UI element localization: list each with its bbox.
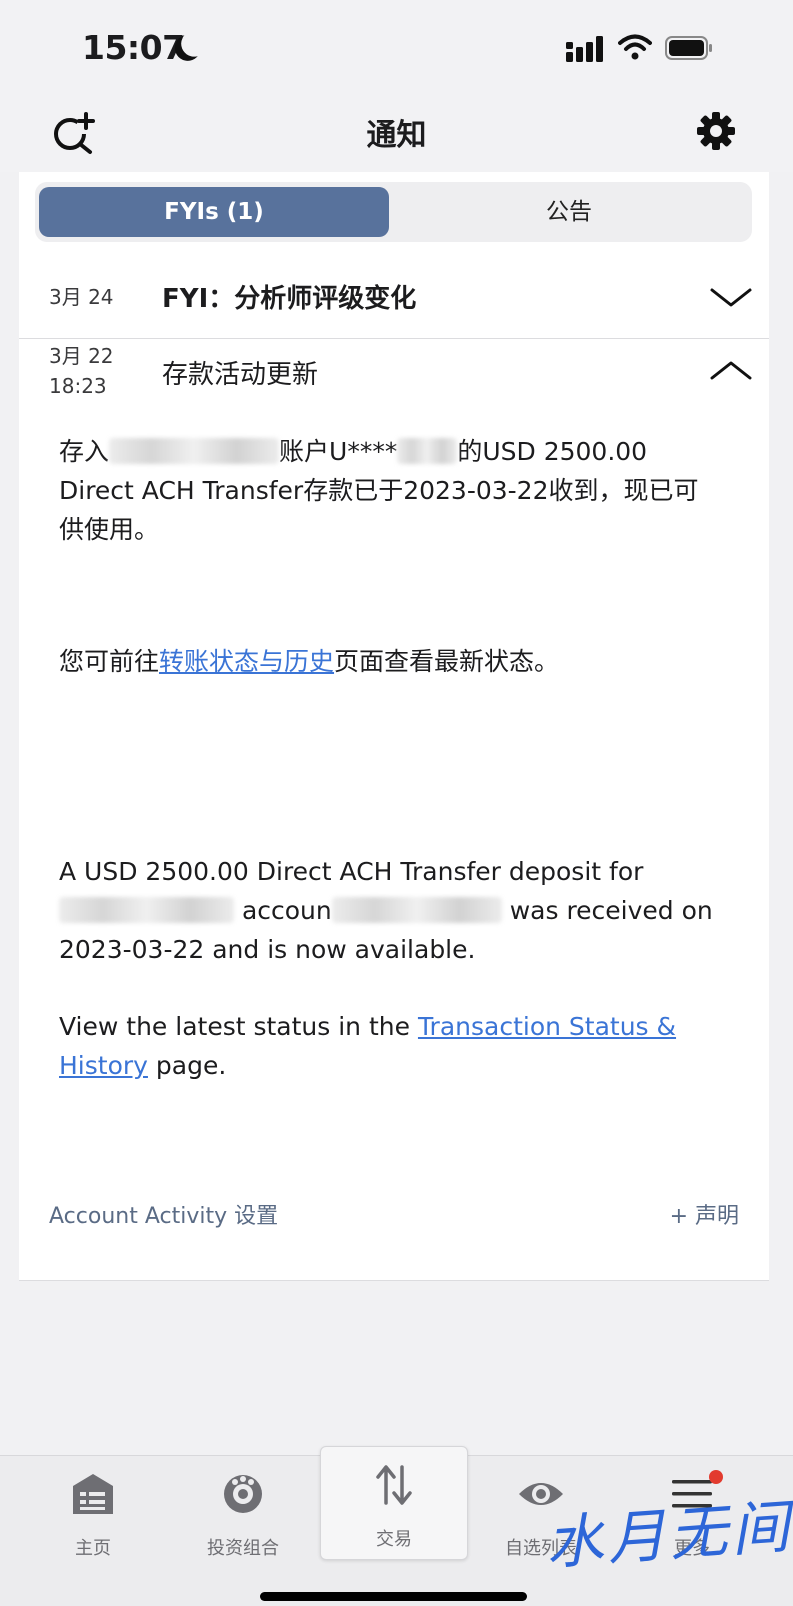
message-zh-paragraph-1: 存入 账户U**** 的USD 2500.00 Direct ACH Transfe… <box>59 432 719 549</box>
tab-trade[interactable]: 交易 <box>320 1446 468 1560</box>
tab-label: 交易 <box>376 1529 412 1550</box>
tab-label: 主页 <box>75 1538 111 1559</box>
chevron-down-icon[interactable] <box>709 286 753 310</box>
page-title: 通知 <box>366 118 427 153</box>
item-title: 存款活动更新 <box>162 360 319 390</box>
text-segment: 账户U**** <box>279 437 398 466</box>
trade-arrows-icon <box>376 1465 412 1505</box>
tab-label: 投资组合 <box>207 1538 279 1559</box>
nav-bar: 通知 <box>0 100 793 172</box>
status-bar: 15:07 <box>0 0 793 100</box>
portfolio-icon <box>224 1475 262 1513</box>
tab-fyis[interactable]: FYIs (1) <box>39 187 389 237</box>
notification-badge <box>709 1470 723 1484</box>
cellular-signal-icon <box>566 36 603 62</box>
tab-portfolio[interactable]: 投资组合 <box>168 1456 318 1576</box>
wifi-icon <box>618 34 652 60</box>
account-activity-settings-link[interactable]: Account Activity 设置 <box>49 1198 278 1230</box>
item-date: 3月 22 <box>49 344 114 368</box>
redacted-account-number <box>331 897 502 923</box>
transfer-history-link-zh[interactable]: 转账状态与历史 <box>159 647 334 676</box>
text-segment: 存入 <box>59 437 110 466</box>
home-icon <box>73 1474 113 1514</box>
text-segment: 您可前往 <box>59 647 160 676</box>
item-date: 3月 24 <box>49 285 114 309</box>
text-segment: accoun <box>241 896 332 925</box>
message-en-paragraph-2: View the latest status in the Transactio… <box>59 1007 719 1085</box>
notifications-panel: FYIs (1) 公告 3月 24 FYI：分析师评级变化 3月 22 18:2… <box>19 172 769 1281</box>
redacted-account-name <box>109 438 280 464</box>
item-time: 18:23 <box>49 374 107 398</box>
text-segment: 页面查看最新状态。 <box>334 647 560 676</box>
message-footer: Account Activity 设置 + 声明 <box>19 1190 769 1240</box>
gear-icon[interactable] <box>695 110 737 152</box>
text-segment: page. <box>147 1051 227 1080</box>
home-indicator[interactable] <box>260 1592 527 1601</box>
redacted-account-name <box>59 897 234 923</box>
text-segment: A USD 2500.00 Direct ACH Transfer deposi… <box>59 857 644 886</box>
tab-announcements[interactable]: 公告 <box>391 187 747 237</box>
notification-item[interactable]: 3月 24 FYI：分析师评级变化 <box>19 256 769 339</box>
watermark-signature: 水月无间 <box>543 1492 793 1578</box>
chevron-up-icon[interactable] <box>709 358 753 382</box>
message-en-paragraph-1: A USD 2500.00 Direct ACH Transfer deposi… <box>59 852 719 969</box>
disclaimer-link[interactable]: + 声明 <box>670 1198 739 1230</box>
battery-icon <box>665 36 712 60</box>
text-segment: View the latest status in the <box>59 1012 418 1041</box>
tab-home[interactable]: 主页 <box>18 1456 168 1576</box>
item-title: FYI：分析师评级变化 <box>162 284 417 314</box>
message-zh-paragraph-2: 您可前往转账状态与历史页面查看最新状态。 <box>59 642 719 681</box>
status-time: 15:07 <box>82 28 185 67</box>
segmented-control: FYIs (1) 公告 <box>35 182 752 242</box>
redacted-account-number <box>397 438 458 464</box>
